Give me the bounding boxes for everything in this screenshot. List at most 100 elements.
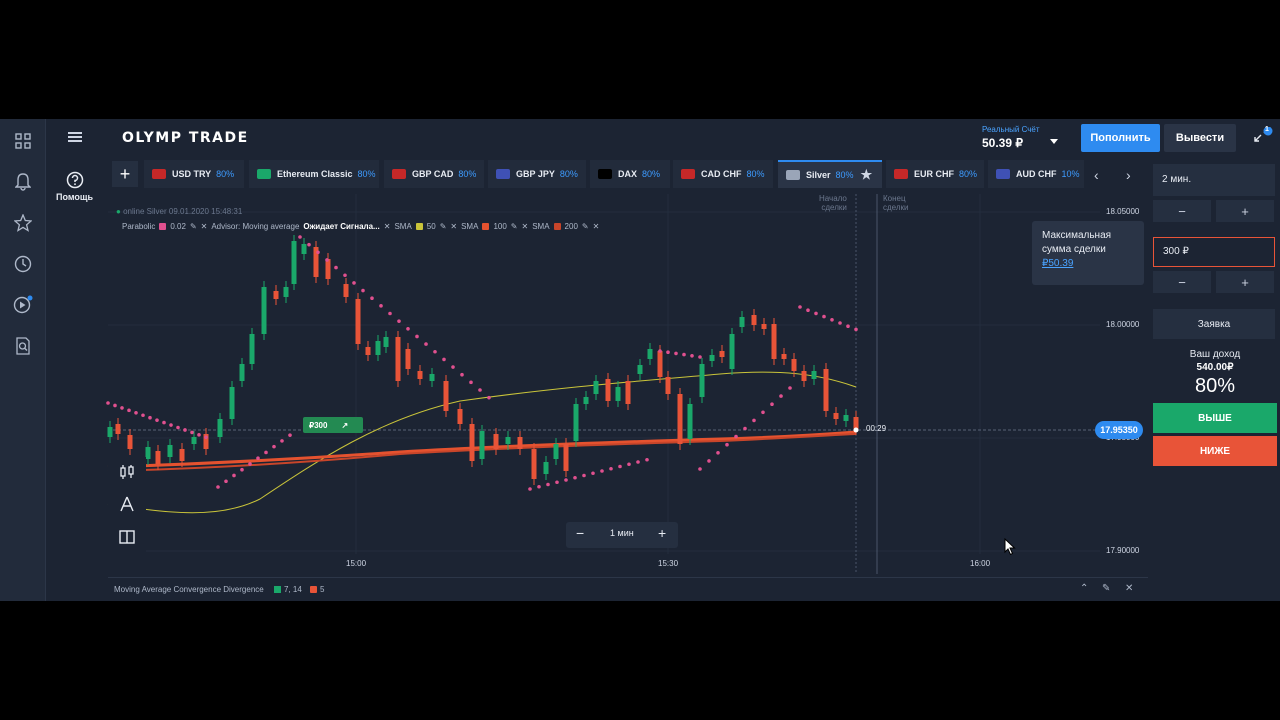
duration-field[interactable]: 2 мин.	[1153, 164, 1275, 196]
candle-body	[553, 444, 559, 459]
parabolic-dot	[573, 475, 577, 480]
candle-body	[677, 394, 683, 444]
close-icon[interactable]: ✕	[522, 222, 529, 231]
trade-end-label-2: сделки	[883, 203, 909, 212]
candle-body	[729, 334, 735, 369]
candle-body	[751, 315, 757, 325]
parabolic-dot	[779, 394, 783, 398]
parabolic-dot	[698, 467, 702, 471]
parabolic-dot	[280, 439, 284, 443]
candle-body	[167, 445, 173, 457]
favorite-star-icon[interactable]: ★	[861, 167, 873, 183]
timeframe-label[interactable]: 1 мин	[610, 528, 634, 538]
chevron-up-icon[interactable]: ⌃	[1080, 583, 1088, 594]
max-sum-line1: Максимальная	[1042, 230, 1112, 241]
parabolic-dot	[636, 460, 640, 464]
asset-tab-name: Silver	[806, 170, 831, 180]
open-trade-label[interactable]: ₽300 ↗	[303, 417, 363, 433]
asset-tab[interactable]: DAX 80%	[590, 160, 670, 188]
parabolic-dot	[707, 459, 711, 463]
fullscreen-icon[interactable]: 1	[1252, 126, 1274, 152]
asset-tab-payout: 80%	[559, 169, 578, 179]
parabolic-dot	[316, 250, 320, 255]
edit-icon[interactable]: ✎	[190, 222, 197, 231]
close-icon[interactable]: ✕	[384, 222, 391, 231]
order-button[interactable]: Заявка	[1153, 309, 1275, 339]
candle-body	[479, 431, 485, 459]
duration-increase-button[interactable]: +	[1216, 200, 1274, 222]
asset-tab[interactable]: GBP JPY 80%	[488, 160, 586, 188]
duration-decrease-button[interactable]: −	[1153, 200, 1211, 222]
add-tab-button[interactable]: +	[112, 161, 138, 187]
lower-button[interactable]: НИЖЕ	[1153, 436, 1277, 466]
parabolic-dot	[155, 418, 159, 422]
tabs-prev-icon[interactable]: ‹	[1094, 167, 1099, 183]
price-tick: 18.05000	[1106, 207, 1140, 216]
arrow-up-right-icon: ↗	[341, 420, 349, 430]
edit-icon[interactable]: ✎	[582, 222, 589, 231]
zoom-out-button[interactable]: −	[576, 525, 584, 541]
edit-icon[interactable]: ✎	[1102, 583, 1110, 594]
parabolic-dot	[658, 349, 662, 353]
candle-body	[261, 287, 267, 334]
candle-body	[823, 369, 829, 411]
edit-icon[interactable]: ✎	[511, 222, 518, 231]
amount-decrease-button[interactable]: −	[1153, 271, 1211, 293]
zoom-in-button[interactable]: +	[658, 525, 666, 541]
close-icon[interactable]: ✕	[1125, 583, 1133, 594]
candle-body	[583, 397, 589, 404]
asset-flag-icon	[786, 170, 800, 180]
sma50-swatch	[415, 223, 423, 230]
chart-info-text: online Silver 09.01.2020 15:48:31	[123, 207, 243, 216]
notification-badge: 1	[1265, 126, 1269, 133]
asset-tab[interactable]: Ethereum Classic 80%	[249, 160, 379, 188]
max-sum-value[interactable]: ₽50.39	[1042, 257, 1134, 271]
parabolic-dot	[528, 487, 532, 491]
expiry-timer: 00:29	[866, 424, 887, 433]
close-icon[interactable]: ✕	[593, 222, 600, 231]
tabs-next-icon[interactable]: ›	[1126, 167, 1131, 183]
max-sum-tooltip: Максимальная сумма сделки ₽50.39	[1032, 221, 1144, 285]
candle-body	[771, 324, 777, 359]
current-price-point	[853, 427, 859, 433]
timeframe-control: − 1 мин +	[566, 522, 678, 548]
asset-tab-payout: 80%	[746, 169, 765, 179]
parabolic-dot	[406, 327, 410, 331]
parabolic-dot	[106, 401, 110, 405]
asset-tab[interactable]: EUR CHF 80%	[886, 160, 984, 188]
parabolic-dot	[854, 327, 858, 332]
candle-body	[625, 381, 631, 404]
time-tick: 15:00	[346, 559, 367, 568]
parabolic-dot	[564, 478, 568, 482]
asset-tab[interactable]: Silver 80% ★	[778, 160, 882, 188]
amount-field[interactable]: 300 ₽	[1153, 237, 1275, 267]
higher-button[interactable]: ВЫШЕ	[1153, 403, 1277, 433]
macd-swatch-1	[274, 586, 281, 593]
candle-body	[405, 349, 411, 369]
close-icon[interactable]: ✕	[201, 222, 208, 231]
parabolic-dot	[397, 319, 401, 323]
trade-end-label: Конец сделки	[883, 194, 909, 212]
asset-tab-name: USD TRY	[172, 169, 212, 179]
edit-icon[interactable]: ✎	[440, 222, 447, 231]
candle-body	[115, 424, 121, 434]
asset-tab[interactable]: CAD CHF 80%	[673, 160, 773, 188]
parabolic-dot	[134, 411, 138, 415]
parabolic-dot	[379, 304, 383, 308]
asset-tab-payout: 10%	[1061, 169, 1080, 179]
candle-body	[429, 374, 435, 381]
layout-tool[interactable]	[108, 522, 146, 552]
time-tick: 16:00	[970, 559, 991, 568]
parabolic-dot	[113, 403, 117, 408]
close-icon[interactable]: ✕	[450, 222, 457, 231]
asset-tab[interactable]: USD TRY 80%	[144, 160, 244, 188]
drawing-tool[interactable]	[108, 489, 146, 519]
asset-tab[interactable]: GBP CAD 80%	[384, 160, 484, 188]
chart-type-tool[interactable]	[108, 457, 146, 487]
asset-tab[interactable]: AUD CHF 10%	[988, 160, 1084, 188]
parabolic-dot	[846, 324, 850, 328]
withdraw-button[interactable]: Вывести	[1164, 124, 1236, 152]
sma200-swatch	[553, 223, 561, 230]
amount-increase-button[interactable]: +	[1216, 271, 1274, 293]
parabolic-dot	[478, 388, 482, 392]
